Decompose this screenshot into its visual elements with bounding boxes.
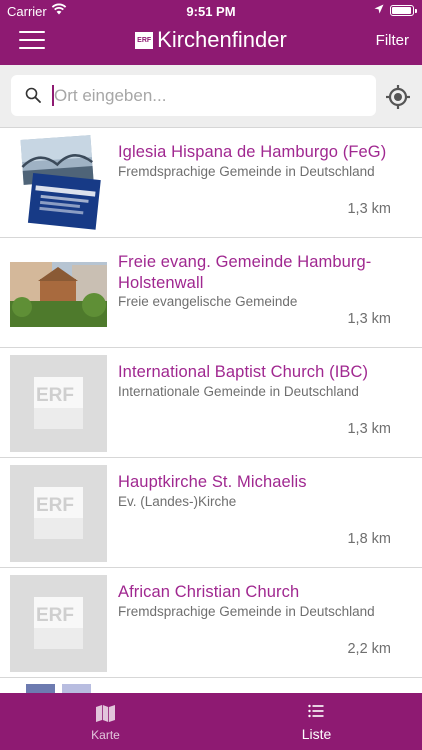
app-title-area: ERF Kirchenfinder: [0, 27, 422, 53]
church-title: Freie evang. Gemeinde Hamburg-Holstenwal…: [118, 253, 372, 292]
location-arrow-icon: [374, 4, 384, 14]
erf-logo-icon: ERF: [34, 597, 83, 649]
status-time: 9:51 PM: [186, 4, 236, 19]
tab-karte[interactable]: Karte: [0, 693, 211, 750]
church-title: International Baptist Church (IBC): [118, 363, 369, 381]
church-list-item[interactable]: Iglesia Hispana de Hamburgo (FeG) Fremds…: [0, 128, 422, 238]
church-list-item[interactable]: ERF International Baptist Church (IBC) I…: [0, 348, 422, 458]
list-icon: [308, 704, 324, 718]
church-distance: 2,2 km: [347, 641, 391, 657]
erf-logo-icon: ERF: [34, 377, 83, 429]
search-field[interactable]: [11, 75, 376, 116]
church-title: Iglesia Hispana de Hamburgo (FeG): [118, 143, 387, 161]
placeholder-image: ERF: [10, 575, 107, 672]
tab-karte-label: Karte: [91, 728, 120, 742]
church-denomination: Fremdsprachige Gemeinde in Deutschland: [118, 604, 375, 619]
church-image-building: [10, 245, 107, 342]
navigation-header: Carrier 9:51 PM ERF Kirchenfinder Filter: [0, 0, 422, 65]
church-list: Iglesia Hispana de Hamburgo (FeG) Fremds…: [0, 128, 422, 693]
church-distance: 1,3 km: [347, 311, 391, 327]
placeholder-image: ERF: [10, 465, 107, 562]
tab-bar: Karte Liste: [0, 693, 422, 750]
church-denomination: Ev. (Landes-)Kirche: [118, 494, 237, 509]
church-list-item[interactable]: ERF African Christian Church Fremdsprach…: [0, 568, 422, 678]
partial-image: [26, 684, 55, 693]
status-bar: Carrier 9:51 PM: [0, 0, 422, 22]
church-image-flyer: [10, 135, 107, 232]
church-denomination: Internationale Gemeinde in Deutschland: [118, 384, 359, 399]
church-list-item[interactable]: ERF Hauptkirche St. Michaelis Ev. (Lande…: [0, 458, 422, 568]
svg-text:ERF: ERF: [36, 385, 74, 406]
erf-logo-icon: ERF: [34, 487, 83, 539]
location-search-input[interactable]: [54, 75, 364, 116]
church-distance: 1,3 km: [347, 421, 391, 437]
battery-icon: [390, 5, 417, 16]
svg-text:ERF: ERF: [36, 495, 74, 516]
partial-image: [62, 684, 91, 693]
svg-text:ERF: ERF: [36, 605, 74, 626]
church-denomination: Freie evangelische Gemeinde: [118, 294, 298, 309]
search-bar: [0, 65, 422, 128]
church-distance: 1,8 km: [347, 531, 391, 547]
erf-logo: ERF: [135, 31, 154, 49]
placeholder-image: ERF: [10, 355, 107, 452]
partial-list-item: [0, 678, 422, 693]
church-title: African Christian Church: [118, 583, 300, 601]
church-distance: 1,3 km: [347, 201, 391, 217]
church-title: Hauptkirche St. Michaelis: [118, 473, 307, 491]
tab-liste-label: Liste: [301, 726, 332, 742]
map-icon: [96, 705, 115, 722]
church-denomination: Fremdsprachige Gemeinde in Deutschland: [118, 164, 375, 179]
app-title: Kirchenfinder: [157, 27, 287, 52]
filter-button[interactable]: Filter: [376, 32, 409, 49]
search-icon: [25, 87, 41, 103]
location-target-icon[interactable]: [385, 84, 411, 110]
church-list-item[interactable]: Freie evang. Gemeinde Hamburg-Holstenwal…: [0, 238, 422, 348]
tab-liste[interactable]: Liste: [211, 693, 422, 750]
